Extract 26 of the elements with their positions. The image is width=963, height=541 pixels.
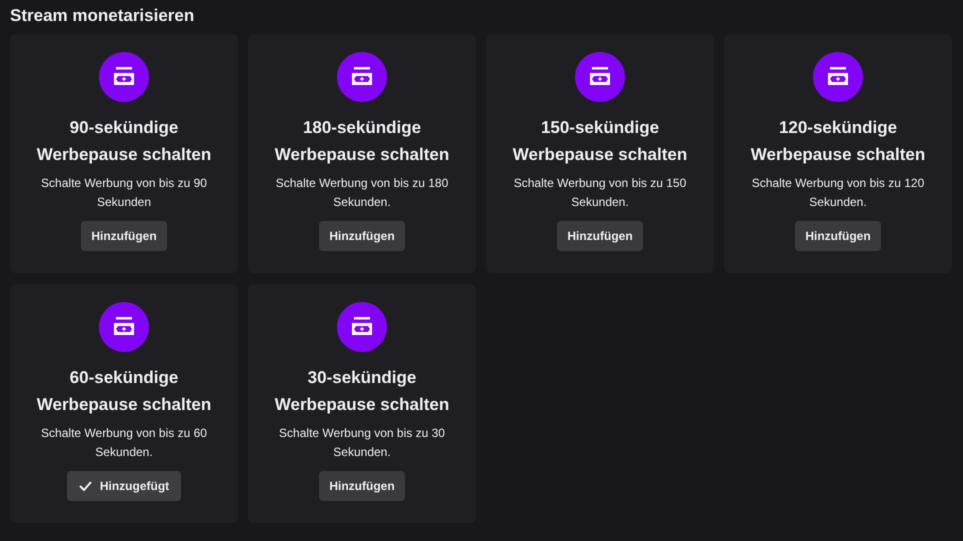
banknote-icon <box>589 67 611 87</box>
card-title: 150-sekündige Werbepause schalten <box>512 117 688 166</box>
add-button[interactable]: Hinzufügen <box>319 221 405 251</box>
add-button[interactable]: Hinzufügen <box>319 471 405 501</box>
card-title: 90-sekündige Werbepause schalten <box>36 117 212 166</box>
checkmark-icon <box>78 481 92 491</box>
add-button[interactable]: Hinzufügen <box>81 221 167 251</box>
banknote-icon <box>113 317 135 337</box>
card-description: Schalte Werbung von bis zu 90 Sekunden <box>40 175 208 211</box>
banknote-icon <box>113 67 135 87</box>
card-description: Schalte Werbung von bis zu 30 Sekunden. <box>278 425 446 461</box>
banknote-icon <box>827 67 849 87</box>
add-button[interactable]: Hinzufügen <box>557 221 643 251</box>
add-button[interactable]: Hinzufügen <box>795 221 881 251</box>
section-title: Stream monetarisieren <box>10 5 196 27</box>
banknote-icon <box>351 67 373 87</box>
add-button[interactable]: Hinzugefügt <box>66 471 182 501</box>
card-title: 180-sekündige Werbepause schalten <box>274 117 450 166</box>
banknote-icon <box>351 317 373 337</box>
card-description: Schalte Werbung von bis zu 180 Sekunden. <box>274 175 450 211</box>
card-title: 30-sekündige Werbepause schalten <box>274 367 450 416</box>
card-title: 60-sekündige Werbepause schalten <box>36 367 212 416</box>
card-description: Schalte Werbung von bis zu 150 Sekunden. <box>512 175 688 211</box>
card-description: Schalte Werbung von bis zu 60 Sekunden. <box>40 425 208 461</box>
card-title: 120-sekündige Werbepause schalten <box>750 117 926 166</box>
card-description: Schalte Werbung von bis zu 120 Sekunden. <box>750 175 926 211</box>
